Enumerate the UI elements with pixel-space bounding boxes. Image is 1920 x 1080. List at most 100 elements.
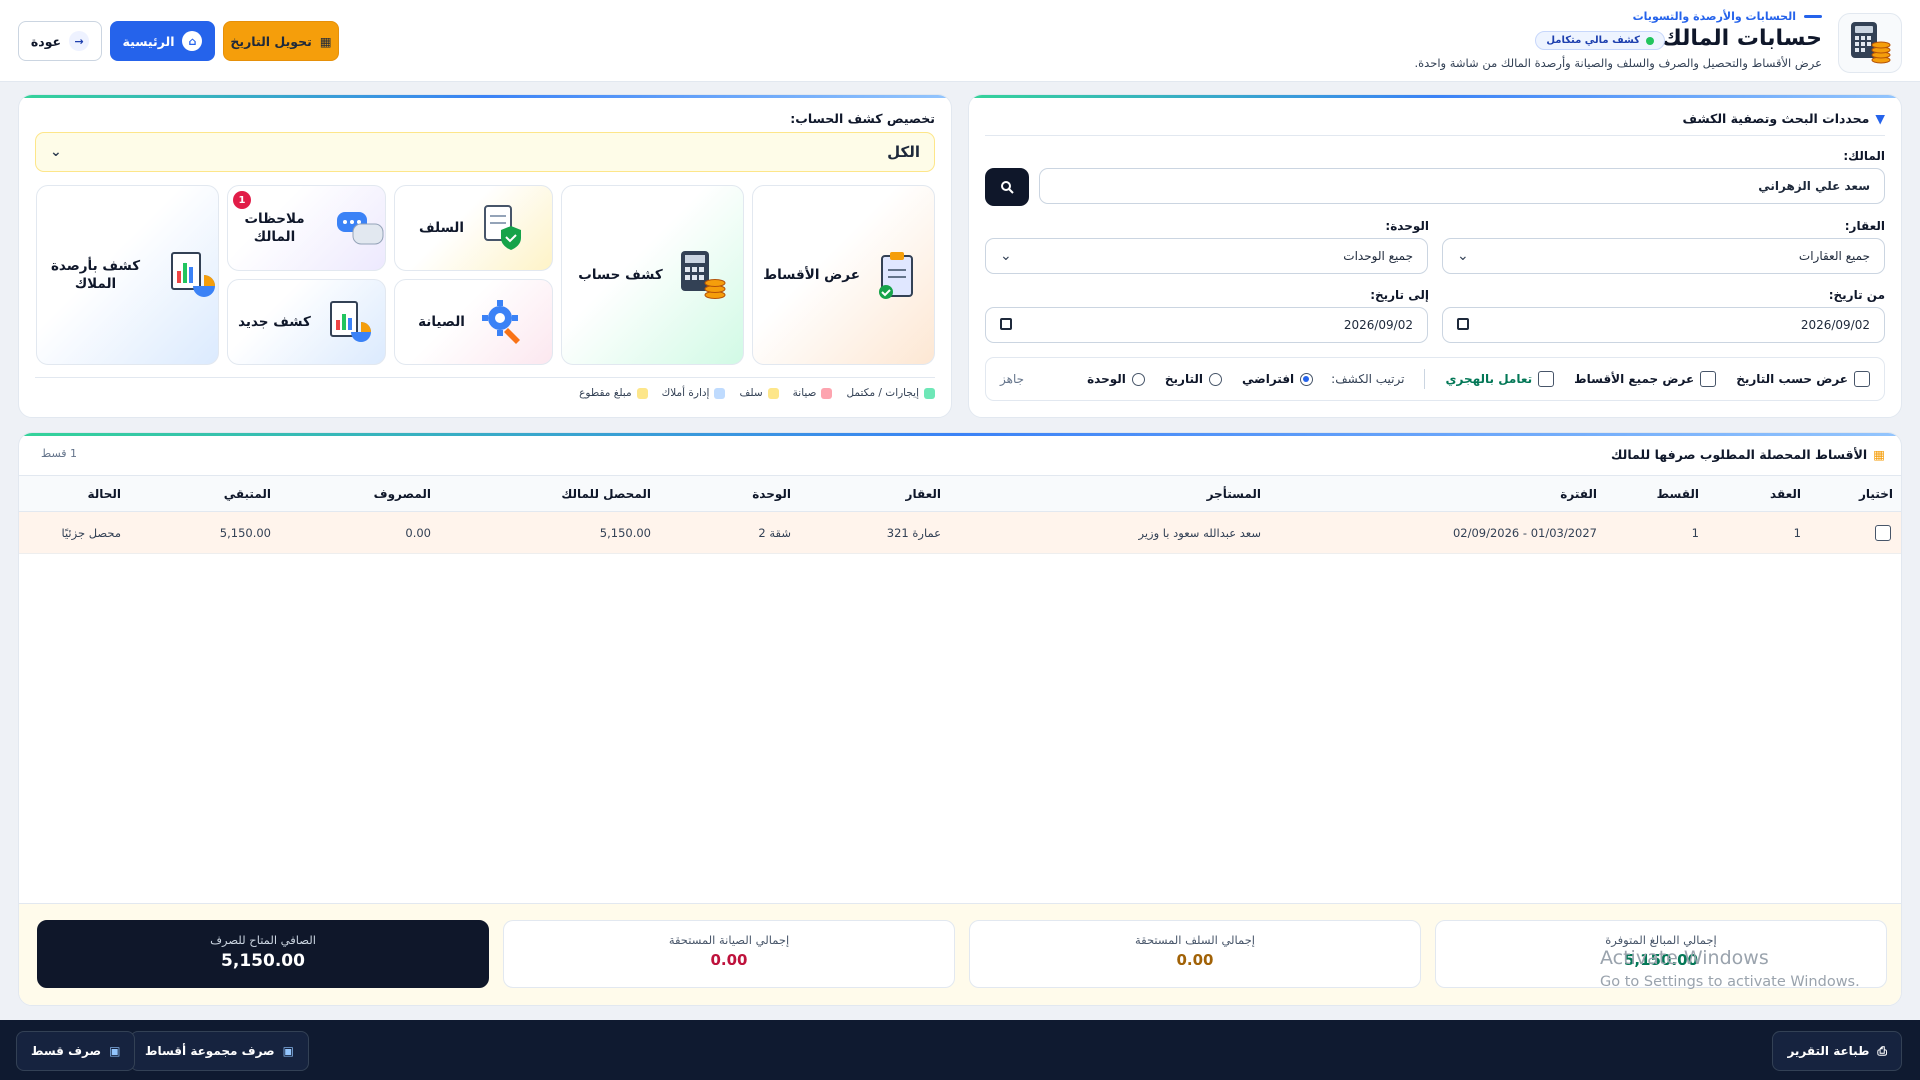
account-statement-card[interactable]: كشف حساب [561, 185, 744, 365]
status-text: جاهز [1000, 372, 1025, 386]
legend-label: مبلغ مقطوع [579, 387, 632, 399]
status-badge: كشف مالي متكامل [1535, 31, 1665, 50]
unit-label: الوحدة: [1385, 219, 1429, 233]
installments-count: 1 قسط [41, 447, 78, 460]
legend-label: إيجارات / مكتمل [846, 387, 919, 399]
table-cell: عمارة 321 [886, 525, 941, 540]
legend-label: صيانة [792, 387, 817, 399]
column-header[interactable]: الوحدة [752, 476, 791, 511]
table-cell: شقة 2 [758, 525, 791, 540]
all-installments-checkbox[interactable] [1700, 371, 1717, 387]
owner-notes-card[interactable]: ملاحظات المالك 1 [227, 185, 386, 271]
calculator-icon [677, 250, 727, 300]
table-cell: سعد عبدالله سعود با وزير [1138, 525, 1262, 540]
row-select-checkbox[interactable] [1875, 524, 1891, 541]
calculator-logo-icon [1838, 13, 1902, 73]
new-statement-card[interactable]: كشف جديد [227, 279, 386, 365]
print-report-button[interactable]: ⎙ طباعة التقرير [1772, 1031, 1902, 1071]
all-installments-option[interactable]: عرض جميع الأقساط [1574, 371, 1717, 387]
column-header[interactable]: المصروف [374, 476, 431, 511]
report-chart-icon [325, 297, 375, 347]
by-date-checkbox[interactable] [1854, 371, 1870, 387]
statement-type-select[interactable]: الكل ⌄ [35, 132, 935, 172]
owners-balances-card[interactable]: كشف بأرصدة الملاك [36, 185, 219, 365]
pay-group-button[interactable]: ▣ صرف مجموعة أقساط [130, 1031, 309, 1071]
owner-label: المالك: [1843, 149, 1885, 163]
pay-installment-button[interactable]: ▣ صرف قسط [16, 1031, 136, 1071]
home-icon: ⌂ [182, 31, 203, 51]
radio-date[interactable] [1208, 372, 1222, 386]
search-icon [1001, 181, 1014, 194]
sort-unit-radio[interactable]: الوحدة [1087, 372, 1145, 386]
legend-label: سلف [739, 387, 763, 399]
installments-card[interactable]: عرض الأقساط [752, 185, 935, 365]
to-date-label: إلى تاريخ: [1370, 288, 1429, 302]
radio-default[interactable] [1300, 372, 1314, 386]
column-header[interactable]: الحالة [87, 476, 121, 511]
installments-table: اختيار العقد القسط الفترة المستأجر العقار الوح… [19, 475, 1901, 554]
column-header[interactable]: القسط [1657, 476, 1699, 511]
column-header[interactable]: العقار [906, 476, 941, 511]
convert-date-button[interactable]: ▦ تحويل التاريخ [223, 21, 339, 61]
home-button[interactable]: ⌂ الرئيسية [110, 21, 215, 61]
select-cell[interactable] [1875, 512, 1891, 553]
calendar-icon: ▦ [319, 33, 332, 49]
hijri-checkbox[interactable] [1538, 371, 1555, 387]
breadcrumb[interactable]: الحسابات والأرصدة والتسويات [1633, 10, 1822, 23]
legend-swatch [767, 387, 779, 399]
maintenance-card[interactable]: الصيانة [394, 279, 553, 365]
radio-unit[interactable] [1131, 372, 1145, 386]
legend: إيجارات / مكتمل صيانة سلف إدارة أملاك مبلغ م… [579, 387, 935, 399]
column-header[interactable]: اختيار [1859, 476, 1893, 511]
sort-default-radio[interactable]: افتراضي [1242, 372, 1314, 386]
calendar-icon [1000, 318, 1012, 330]
filter-icon: ▼ [1875, 111, 1885, 126]
legend-swatch [821, 387, 833, 399]
chevron-down-icon: ⌄ [1000, 248, 1012, 264]
table-cell: 0.00 [405, 525, 431, 540]
money-icon: ▣ [109, 1044, 121, 1058]
search-button[interactable] [985, 168, 1029, 206]
statement-options: عرض حسب التاريخ عرض جميع الأقساط تعامل ب… [985, 357, 1885, 401]
table-row[interactable]: 1 1 01/03/2027 - 02/09/2026 سعد عبدالله سعو… [19, 512, 1901, 554]
legend-item: صيانة [793, 387, 833, 399]
column-header[interactable]: المحصل للمالك [561, 476, 651, 511]
customize-statement-panel: تخصيص كشف الحساب: الكل ⌄ عرض الأقساط كشف … [18, 94, 952, 418]
column-header[interactable]: الفترة [1560, 476, 1597, 511]
calendar-icon: ▦ [1873, 447, 1885, 462]
unit-select[interactable]: جميع الوحدات ⌄ [985, 238, 1428, 274]
property-select[interactable]: جميع العقارات ⌄ [1442, 238, 1885, 274]
column-header[interactable]: العقد [1770, 476, 1801, 511]
from-date-label: من تاريخ: [1828, 288, 1885, 302]
legend-label: إدارة أملاك [661, 387, 710, 399]
by-date-option[interactable]: عرض حسب التاريخ [1736, 371, 1870, 387]
activation-watermark: Activate Windows Go to Settings to activ… [1600, 947, 1860, 990]
owner-input[interactable]: سعد علي الزهراني [1039, 168, 1885, 204]
back-button[interactable]: → عودة [18, 21, 102, 61]
notes-count-badge: 1 [233, 191, 251, 209]
document-shield-icon [478, 203, 528, 253]
filters-title: ▼ محددات البحث وتصفية الكشف [1682, 111, 1885, 126]
table-cell: 5,150.00 [219, 525, 271, 540]
status-dot-icon [1646, 36, 1654, 45]
advances-card[interactable]: السلف [394, 185, 553, 271]
hijri-option[interactable]: تعامل بالهجري [1445, 371, 1555, 387]
maintenance-total-box: إجمالي الصيانة المستحقة 0.00 [503, 920, 955, 988]
column-header[interactable]: المستأجر [1207, 476, 1261, 511]
balance-chart-icon [168, 250, 218, 300]
table-cell: 01/03/2027 - 02/09/2026 [1452, 525, 1597, 540]
property-label: العقار: [1844, 219, 1885, 233]
table-cell: 1 [1691, 525, 1699, 540]
column-header[interactable]: المتبقي [224, 476, 271, 511]
to-date-input[interactable]: 2026/09/02 [985, 307, 1428, 343]
table-cell: 1 [1793, 525, 1801, 540]
sort-date-radio[interactable]: التاريخ [1165, 372, 1222, 386]
from-date-input[interactable]: 2026/09/02 [1442, 307, 1885, 343]
table-title: ▦ الأقساط المحصلة المطلوب صرفها للمالك [1611, 447, 1885, 462]
arrow-right-icon: → [69, 31, 90, 51]
legend-swatch [714, 387, 726, 399]
legend-swatch [636, 387, 648, 399]
page-header: الحسابات والأرصدة والتسويات حسابات المال… [0, 0, 1920, 82]
printer-icon: ⎙ [1877, 1043, 1887, 1058]
table-cell: 5,150.00 [599, 525, 651, 540]
